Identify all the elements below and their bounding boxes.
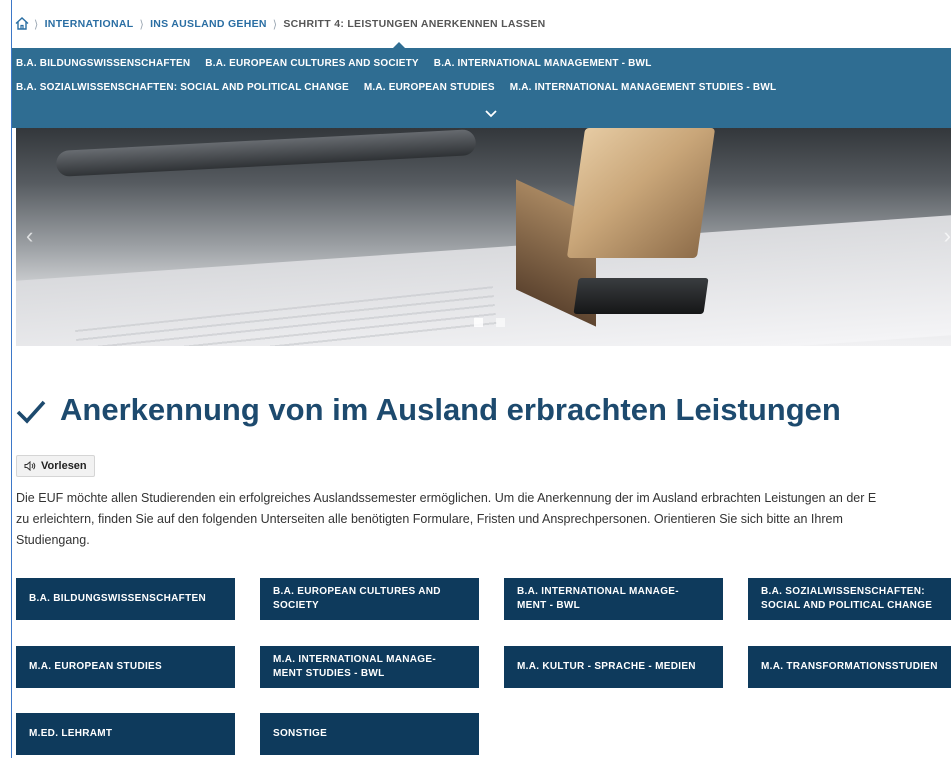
tile-ba-european-cultures[interactable]: B.A. EUROPEAN CULTURES AND SOCIETY — [260, 578, 479, 620]
chevron-left-icon[interactable]: ‹ — [26, 223, 33, 249]
breadcrumb-separator: ⟩ — [272, 18, 278, 31]
tile-med-lehramt[interactable]: M.ED. LEHRAMT — [16, 713, 235, 755]
chevron-right-icon[interactable]: › — [944, 223, 951, 249]
tile-label: M.ED. LEHRAMT — [29, 728, 113, 739]
hero-slider: ‹ › — [16, 128, 951, 346]
checkmark-icon — [16, 397, 46, 424]
tile-label: M.A. TRANSFORMATIONSSTUDIEN — [761, 661, 938, 672]
subnav-link-ma-european-studies[interactable]: M.A. EUROPEAN STUDIES — [364, 82, 495, 93]
tile-ba-sozialwissenschaften[interactable]: B.A. SOZIALWISSENSCHAFTEN: SOCIAL AND POL… — [748, 578, 951, 620]
subnav-link-ba-european-cultures[interactable]: B.A. EUROPEAN CULTURES AND SOCIETY — [205, 58, 418, 69]
tile-ma-international-management-studies[interactable]: M.A. INTERNATIONAL MANAGE- MENT STUDIES -… — [260, 646, 479, 688]
breadcrumb-separator: ⟩ — [34, 18, 39, 31]
tile-ba-bildungswissenschaften[interactable]: B.A. BILDUNGSWISSENSCHAFTEN — [16, 578, 235, 620]
tile-label: SONSTIGE — [273, 728, 328, 739]
breadcrumb-separator: ⟩ — [139, 18, 145, 31]
tile-label: B.A. INTERNATIONAL MANAGE- MENT - BWL — [517, 586, 679, 611]
breadcrumb-international[interactable]: INTERNATIONAL — [45, 18, 134, 30]
subnav-link-ba-international-management[interactable]: B.A. INTERNATIONAL MANAGEMENT - BWL — [434, 58, 652, 69]
tile-label: B.A. SOZIALWISSENSCHAFTEN: SOCIAL AND POL… — [761, 586, 933, 611]
tile-label: B.A. EUROPEAN CULTURES AND SOCIETY — [273, 586, 441, 611]
breadcrumb-ins-ausland-gehen[interactable]: INS AUSLAND GEHEN — [150, 18, 267, 30]
intro-paragraph: Die EUF möchte allen Studierenden ein er… — [16, 488, 951, 551]
read-aloud-button[interactable]: Vorlesen — [16, 455, 95, 477]
tile-ma-kultur-sprache-medien[interactable]: M.A. KULTUR - SPRACHE - MEDIEN — [504, 646, 723, 688]
tile-label: B.A. BILDUNGSWISSENSCHAFTEN — [29, 593, 206, 604]
chevron-down-icon[interactable] — [484, 106, 498, 118]
subnav-row-1: B.A. BILDUNGSWISSENSCHAFTEN B.A. EUROPEA… — [16, 58, 652, 69]
subnav-link-ma-international-management-studies[interactable]: M.A. INTERNATIONAL MANAGEMENT STUDIES - … — [510, 82, 777, 93]
breadcrumb-current: SCHRITT 4: LEISTUNGEN ANERKENNEN LASSEN — [283, 18, 546, 30]
slider-pagination — [474, 318, 505, 327]
page-title: Anerkennung von im Ausland erbrachten Le… — [16, 392, 841, 428]
slider-dot-2[interactable] — [496, 318, 505, 327]
tile-label: M.A. EUROPEAN STUDIES — [29, 661, 162, 672]
tile-label: M.A. KULTUR - SPRACHE - MEDIEN — [517, 661, 696, 672]
page-title-text: Anerkennung von im Ausland erbrachten Le… — [60, 392, 841, 427]
tile-ma-transformationsstudien[interactable]: M.A. TRANSFORMATIONSSTUDIEN — [748, 646, 951, 688]
program-subnav: B.A. BILDUNGSWISSENSCHAFTEN B.A. EUROPEA… — [12, 42, 951, 128]
slider-dot-1[interactable] — [474, 318, 483, 327]
subnav-link-ba-bildungswissenschaften[interactable]: B.A. BILDUNGSWISSENSCHAFTEN — [16, 58, 190, 69]
breadcrumb: ⟩ INTERNATIONAL ⟩ INS AUSLAND GEHEN ⟩ SC… — [12, 12, 546, 36]
intro-line: zu erleichtern, finden Sie auf den folge… — [16, 512, 843, 526]
tile-ma-european-studies[interactable]: M.A. EUROPEAN STUDIES — [16, 646, 235, 688]
home-icon[interactable] — [12, 17, 29, 31]
hero-image-stamp-rubber — [573, 278, 709, 314]
subnav-row-2: B.A. SOZIALWISSENSCHAFTEN: SOCIAL AND PO… — [16, 82, 776, 93]
subnav-caret — [392, 42, 406, 49]
tile-sonstige[interactable]: SONSTIGE — [260, 713, 479, 755]
intro-line: Die EUF möchte allen Studierenden ein er… — [16, 491, 877, 505]
read-aloud-label: Vorlesen — [41, 460, 87, 472]
tile-label: M.A. INTERNATIONAL MANAGE- MENT STUDIES -… — [273, 654, 436, 679]
speaker-icon — [24, 460, 36, 472]
subnav-link-ba-sozialwissenschaften[interactable]: B.A. SOZIALWISSENSCHAFTEN: SOCIAL AND PO… — [16, 82, 349, 93]
hero-image-stamp — [566, 128, 716, 258]
intro-line: Studiengang. — [16, 533, 90, 547]
tile-ba-international-management[interactable]: B.A. INTERNATIONAL MANAGE- MENT - BWL — [504, 578, 723, 620]
hero-image-pen — [55, 129, 477, 177]
